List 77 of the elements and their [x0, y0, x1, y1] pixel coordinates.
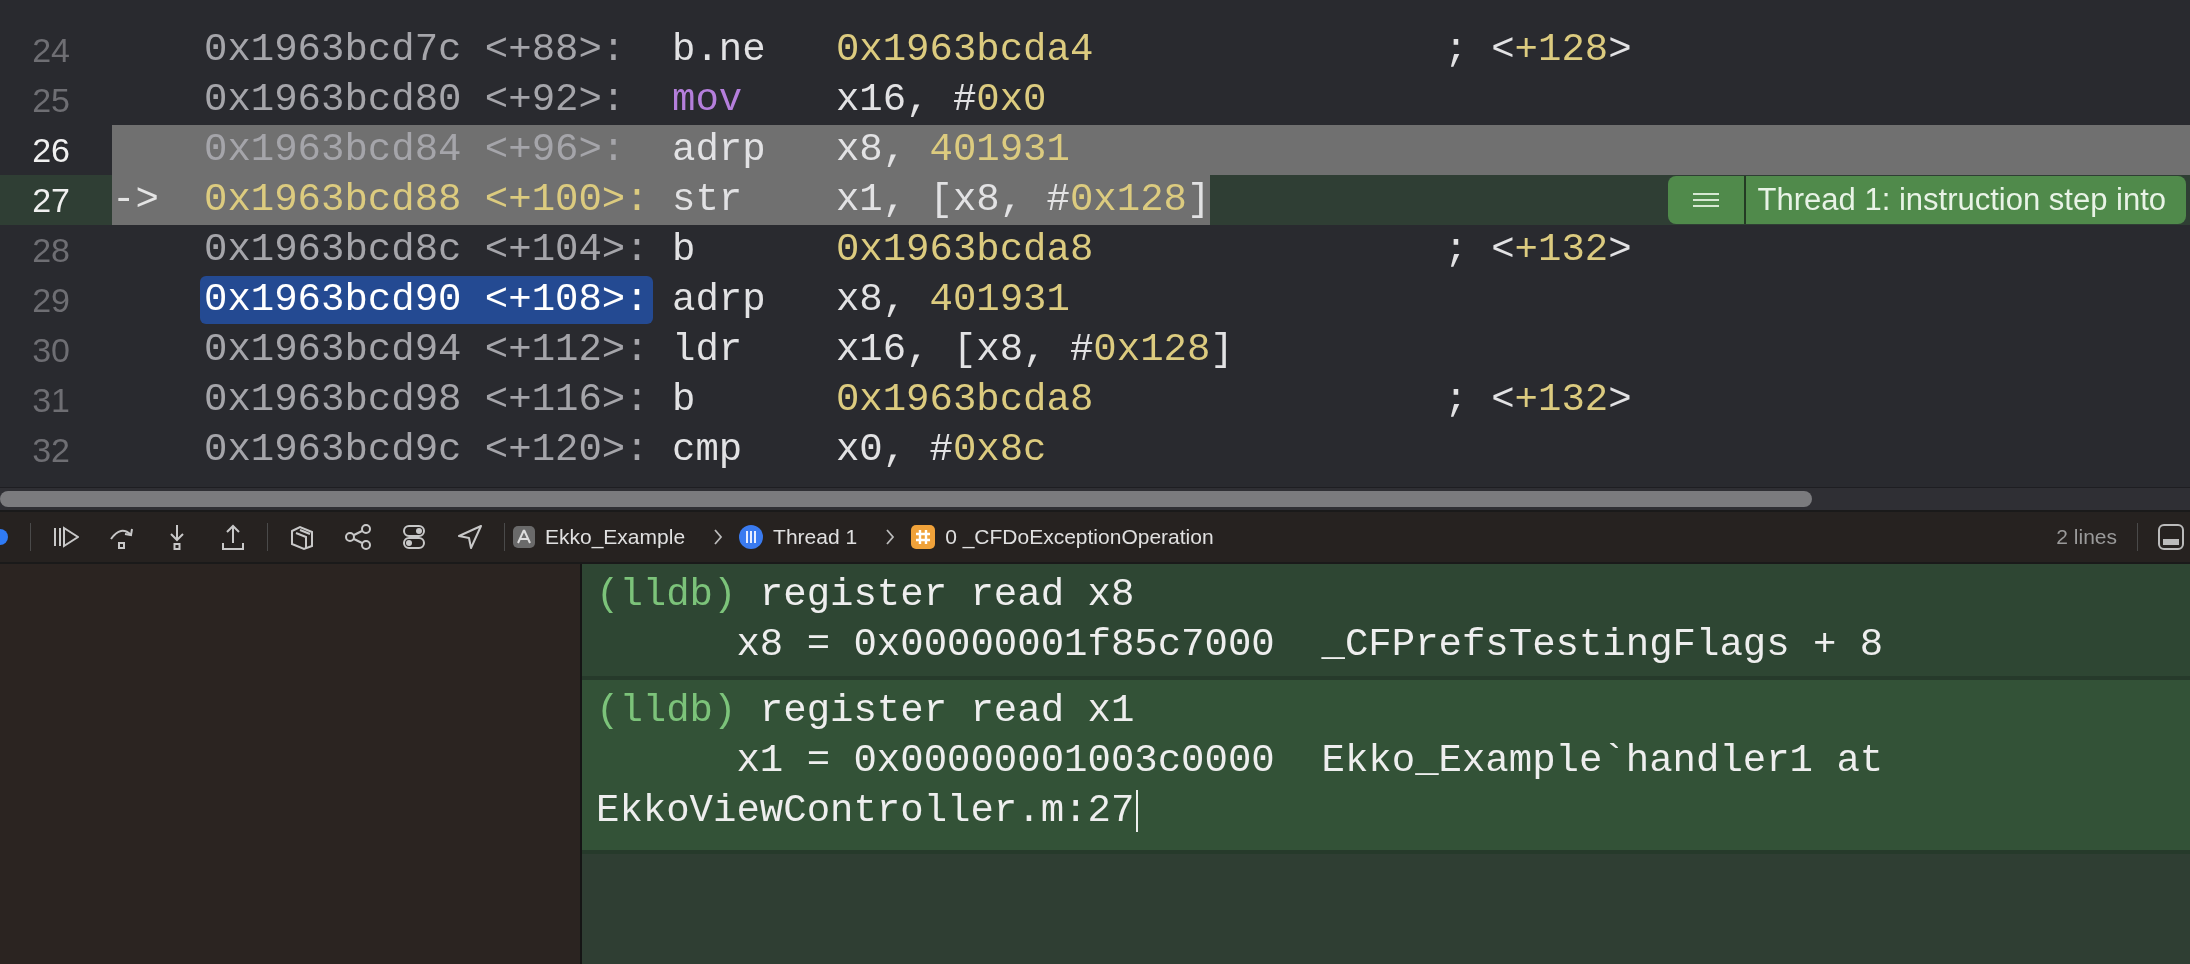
address-text: 0x1963bcd88: [204, 177, 462, 224]
address-selection[interactable]: 0x1963bcd90 <+108>:: [200, 276, 653, 324]
nodes-icon[interactable]: [344, 523, 372, 551]
operand-text: 0x1963bcda8: [835, 377, 1095, 424]
address-text: 0x1963bcd8c: [204, 227, 462, 274]
line-number: 28: [31, 230, 70, 271]
operand-text: x16, #0x0: [835, 77, 1047, 124]
mnemonic-text: str: [672, 177, 744, 224]
line-number: 24: [31, 30, 70, 71]
output-text: x8 = 0x00000001f85c7000 _CFPrefsTestingFlags + 8: [736, 622, 1884, 669]
location-arrow-icon[interactable]: [456, 523, 484, 551]
mnemonic-text: b.ne: [672, 27, 767, 74]
offset-text: <+92>:: [484, 77, 626, 124]
horizontal-scrollbar[interactable]: [0, 487, 2190, 510]
operand-text: 0x1963bcda8: [835, 227, 1095, 274]
output-text: x1 = 0x00000001003c0000 Ekko_Example`handler1 at: [736, 738, 1884, 785]
mnemonic-text: adrp: [672, 127, 767, 174]
chevron-icon: [713, 528, 724, 546]
output-text: EkkoViewController.m:27: [596, 788, 1135, 835]
address-text: 0x1963bcd90: [204, 277, 462, 324]
command-text: register read x8: [759, 572, 1135, 619]
offset-text: <+100>:: [484, 177, 649, 224]
mnemonic-text: mov: [672, 77, 744, 124]
operand-text: x8, 401931: [835, 277, 1070, 324]
panel-toggle-icon[interactable]: [2158, 524, 2184, 550]
breadcrumb-item[interactable]: 0 _CFDoExceptionOperation: [911, 525, 1214, 549]
address-text: 0x1963bcd7c: [204, 27, 462, 74]
layers-icon[interactable]: [288, 523, 316, 551]
breadcrumb-item[interactable]: Ekko_Example: [513, 525, 686, 549]
comment-text: ; <+128>: [1444, 27, 1632, 74]
address-text: 0x1963bcd9c: [204, 427, 462, 474]
offset-text: <+96>:: [484, 127, 626, 174]
line-number: 29: [31, 280, 70, 321]
line-count-label: 2 lines: [2056, 525, 2117, 549]
offset-text: <+88>:: [484, 27, 626, 74]
operand-text: 0x1963bcda4: [835, 27, 1095, 74]
comment-text: ; <+132>: [1444, 227, 1632, 274]
address-text: 0x1963bcd80: [204, 77, 462, 124]
offset-text: <+104>:: [484, 227, 649, 274]
offset-text: <+120>:: [484, 427, 649, 474]
line-number: 30: [31, 330, 70, 371]
line-number: 31: [31, 380, 70, 421]
mnemonic-text: adrp: [672, 277, 767, 324]
line-number: 27: [31, 180, 70, 221]
command-text: register read x1: [759, 688, 1135, 735]
offset-text: <+112>:: [484, 327, 649, 374]
operand-text: x1, [x8, #0x128]: [835, 177, 1211, 224]
comment-text: ; <+132>: [1444, 377, 1632, 424]
line-number: 32: [31, 430, 70, 471]
line-number: 25: [31, 80, 70, 121]
app-icon: [513, 526, 535, 548]
annotation-text: Thread 1: instruction step into: [1756, 181, 2167, 219]
offset-text: <+108>:: [484, 277, 649, 324]
stack-frame-icon: [911, 525, 936, 549]
text-cursor: [1136, 790, 1139, 832]
mnemonic-text: ldr: [672, 327, 744, 374]
operand-text: x16, [x8, #0x128]: [835, 327, 1234, 374]
mnemonic-text: cmp: [672, 427, 744, 474]
chevron-icon: [885, 528, 896, 546]
thread-annotation[interactable]: Thread 1: instruction step into: [1667, 176, 2186, 224]
operand-text: x8, 401931: [835, 127, 1070, 174]
toggles-icon[interactable]: [400, 523, 428, 551]
prompt-text: (lldb): [596, 572, 737, 619]
address-text: 0x1963bcd98: [204, 377, 462, 424]
step-out-icon[interactable]: [219, 523, 247, 551]
address-text: 0x1963bcd84: [204, 127, 462, 174]
thread-icon: [739, 525, 764, 549]
breadcrumb-item[interactable]: Thread 1: [739, 525, 858, 549]
offset-text: <+116>:: [484, 377, 649, 424]
line-number: 26: [31, 130, 70, 171]
pc-arrow: ->: [112, 177, 160, 224]
mnemonic-text: b: [672, 377, 697, 424]
prompt-text: (lldb): [596, 688, 737, 735]
operand-text: x0, #0x8c: [835, 427, 1047, 474]
menu-icon: [1690, 190, 1721, 210]
mnemonic-text: b: [672, 227, 697, 274]
address-text: 0x1963bcd94: [204, 327, 462, 374]
